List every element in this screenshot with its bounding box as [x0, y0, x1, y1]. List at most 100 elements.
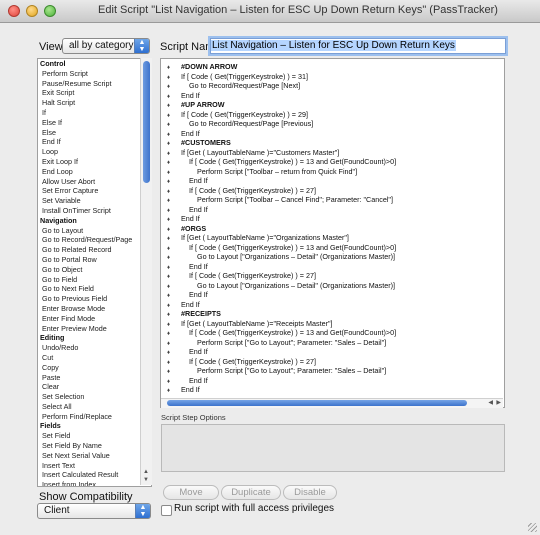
script-step-item[interactable]: Exit Script — [38, 88, 151, 98]
script-step-item[interactable]: Pause/Resume Script — [38, 79, 151, 89]
script-line[interactable]: ♦ Go to Layout ["Organizations – Detail" … — [167, 252, 395, 262]
window-title: Edit Script "List Navigation – Listen fo… — [98, 4, 498, 16]
script-name-input[interactable]: List Navigation – Listen for ESC Up Down… — [210, 38, 506, 54]
script-line[interactable]: ♦ #RECEIPTS — [167, 309, 221, 319]
script-step-item[interactable]: Else If — [38, 118, 151, 128]
script-line-text: End If — [181, 385, 200, 394]
script-line[interactable]: ♦ End If — [167, 290, 208, 300]
disable-button[interactable]: Disable — [283, 485, 337, 500]
script-step-item[interactable]: Loop — [38, 147, 151, 157]
script-line[interactable]: ♦ #CUSTOMERS — [167, 138, 231, 148]
script-step-item[interactable]: Enter Find Mode — [38, 314, 151, 324]
script-line[interactable]: ♦ End If — [167, 214, 200, 224]
close-window-icon[interactable] — [8, 5, 20, 17]
steps-scroll-thumb[interactable] — [143, 61, 150, 183]
script-line[interactable]: ♦ Perform Script ["Go to Layout"; Paramet… — [167, 366, 386, 376]
script-step-item[interactable]: Go to Portal Row — [38, 255, 151, 265]
steps-scrollbar[interactable]: ▲ ▼ — [140, 58, 152, 485]
script-line[interactable]: ♦ If [Get ( LayoutTableName )="Organizati… — [167, 233, 349, 243]
script-step-item[interactable]: Insert Calculated Result — [38, 470, 151, 480]
script-line[interactable]: ♦ #UP ARROW — [167, 100, 225, 110]
script-step-item[interactable]: Enter Browse Mode — [38, 304, 151, 314]
script-step-item[interactable]: Set Error Capture — [38, 186, 151, 196]
move-button[interactable]: Move — [163, 485, 219, 500]
script-line[interactable]: ♦ End If — [167, 176, 208, 186]
script-step-item[interactable]: Paste — [38, 373, 151, 383]
resize-grip-icon[interactable] — [528, 523, 537, 532]
script-step-item[interactable]: Go to Next Field — [38, 284, 151, 294]
script-step-item[interactable]: Perform Find/Replace — [38, 412, 151, 422]
script-step-item[interactable]: Perform Script — [38, 69, 151, 79]
scroll-down-arrow-icon[interactable]: ▼ — [143, 477, 149, 483]
script-step-item[interactable]: Set Field By Name — [38, 441, 151, 451]
script-line[interactable]: ♦ Perform Script ["Toolbar – Cancel Find"… — [167, 195, 393, 205]
script-step-options-panel — [161, 424, 505, 472]
script-line[interactable]: ♦ #ORGS — [167, 224, 206, 234]
script-line[interactable]: ♦ End If — [167, 205, 208, 215]
full-access-checkbox[interactable] — [161, 505, 172, 516]
script-step-item[interactable]: Set Field — [38, 431, 151, 441]
script-step-item[interactable]: Set Next Serial Value — [38, 451, 151, 461]
compatibility-select[interactable]: Client ▲ ▼ — [37, 503, 151, 519]
script-line[interactable]: ♦ End If — [167, 385, 200, 395]
script-line[interactable]: ♦ If [ Code ( Get(TriggerKeystroke) ) = 2… — [167, 357, 316, 367]
script-line[interactable]: ♦ Perform Script ["Toolbar – return from … — [167, 167, 357, 177]
script-editor[interactable]: ♦ #DOWN ARROW ♦ If [ Code ( Get(TriggerKeys… — [160, 58, 505, 408]
script-line[interactable]: ♦ End If — [167, 376, 208, 386]
scroll-left-arrow-icon[interactable]: ◀ — [488, 399, 493, 406]
script-step-item[interactable]: End Loop — [38, 167, 151, 177]
script-step-item[interactable]: Install OnTimer Script — [38, 206, 151, 216]
script-line[interactable]: ♦ End If — [167, 129, 200, 139]
script-line[interactable]: ♦ Perform Script ["Go to Layout"; Paramet… — [167, 338, 386, 348]
script-step-item[interactable]: Enter Preview Mode — [38, 324, 151, 334]
duplicate-button[interactable]: Duplicate — [221, 485, 281, 500]
script-step-item[interactable]: If — [38, 108, 151, 118]
script-step-item[interactable]: Insert Text — [38, 461, 151, 471]
script-line[interactable]: ♦ End If — [167, 262, 208, 272]
script-line[interactable]: ♦ End If — [167, 347, 208, 357]
script-step-item[interactable]: Set Selection — [38, 392, 151, 402]
zoom-window-icon[interactable] — [44, 5, 56, 17]
scroll-right-arrow-icon[interactable]: ▶ — [496, 399, 501, 406]
view-select[interactable]: all by category ▲ ▼ — [62, 38, 150, 54]
script-scroll-thumb[interactable] — [167, 400, 467, 406]
script-line[interactable]: ♦ If [ Code ( Get(TriggerKeystroke) ) = 2… — [167, 186, 316, 196]
script-step-item[interactable]: Halt Script — [38, 98, 151, 108]
minimize-window-icon[interactable] — [26, 5, 38, 17]
script-step-item[interactable]: Copy — [38, 363, 151, 373]
script-line[interactable]: ♦ If [ Code ( Get(TriggerKeystroke) ) = 1… — [167, 328, 396, 338]
script-step-item[interactable]: Undo/Redo — [38, 343, 151, 353]
script-step-item[interactable]: Else — [38, 128, 151, 138]
script-horizontal-scrollbar[interactable]: ◀ ▶ — [161, 398, 503, 408]
script-step-item[interactable]: Insert from Index — [38, 480, 151, 486]
script-line[interactable]: ♦ End If — [167, 300, 200, 310]
script-line[interactable]: ♦ If [ Code ( Get(TriggerKeystroke) ) = 1… — [167, 243, 396, 253]
script-step-item[interactable]: Select All — [38, 402, 151, 412]
script-steps-list[interactable]: Control Perform Script Pause/Resume Script… — [37, 58, 152, 487]
script-step-item[interactable]: Exit Loop If — [38, 157, 151, 167]
script-line[interactable]: ♦ If [ Code ( Get(TriggerKeystroke) ) = 2… — [167, 271, 316, 281]
script-step-item[interactable]: Go to Layout — [38, 226, 151, 236]
script-line[interactable]: ♦ If [Get ( LayoutTableName )="Receipts M… — [167, 319, 333, 329]
script-step-item[interactable]: Go to Previous Field — [38, 294, 151, 304]
script-line[interactable]: ♦ If [ Code ( Get(TriggerKeystroke) ) = 3… — [167, 72, 308, 82]
script-step-item[interactable]: Go to Object — [38, 265, 151, 275]
script-line[interactable]: ♦ If [ Code ( Get(TriggerKeystroke) ) = 1… — [167, 157, 396, 167]
script-step-item[interactable]: Go to Record/Request/Page — [38, 235, 151, 245]
script-line[interactable]: ♦ If [ Code ( Get(TriggerKeystroke) ) = 2… — [167, 110, 308, 120]
script-step-item[interactable]: Go to Related Record — [38, 245, 151, 255]
script-step-item[interactable]: Go to Field — [38, 275, 151, 285]
script-line[interactable]: ♦ End If — [167, 91, 200, 101]
script-line[interactable]: ♦ Go to Layout ["Organizations – Detail" … — [167, 281, 395, 291]
script-step-item[interactable]: Clear — [38, 382, 151, 392]
script-step-item[interactable]: Cut — [38, 353, 151, 363]
script-step-item[interactable]: Allow User Abort — [38, 177, 151, 187]
script-step-item[interactable]: End If — [38, 137, 151, 147]
script-line[interactable]: ♦ #DOWN ARROW — [167, 62, 237, 72]
script-line[interactable]: ♦ If [Get ( LayoutTableName )="Customers … — [167, 148, 339, 158]
script-line[interactable]: ♦ Go to Record/Request/Page [Next] — [167, 81, 300, 91]
scroll-up-arrow-icon[interactable]: ▲ — [143, 469, 149, 475]
bullet-diamond-icon[interactable]: ♦ — [167, 387, 181, 397]
script-step-item[interactable]: Set Variable — [38, 196, 151, 206]
script-line[interactable]: ♦ Go to Record/Request/Page [Previous] — [167, 119, 313, 129]
